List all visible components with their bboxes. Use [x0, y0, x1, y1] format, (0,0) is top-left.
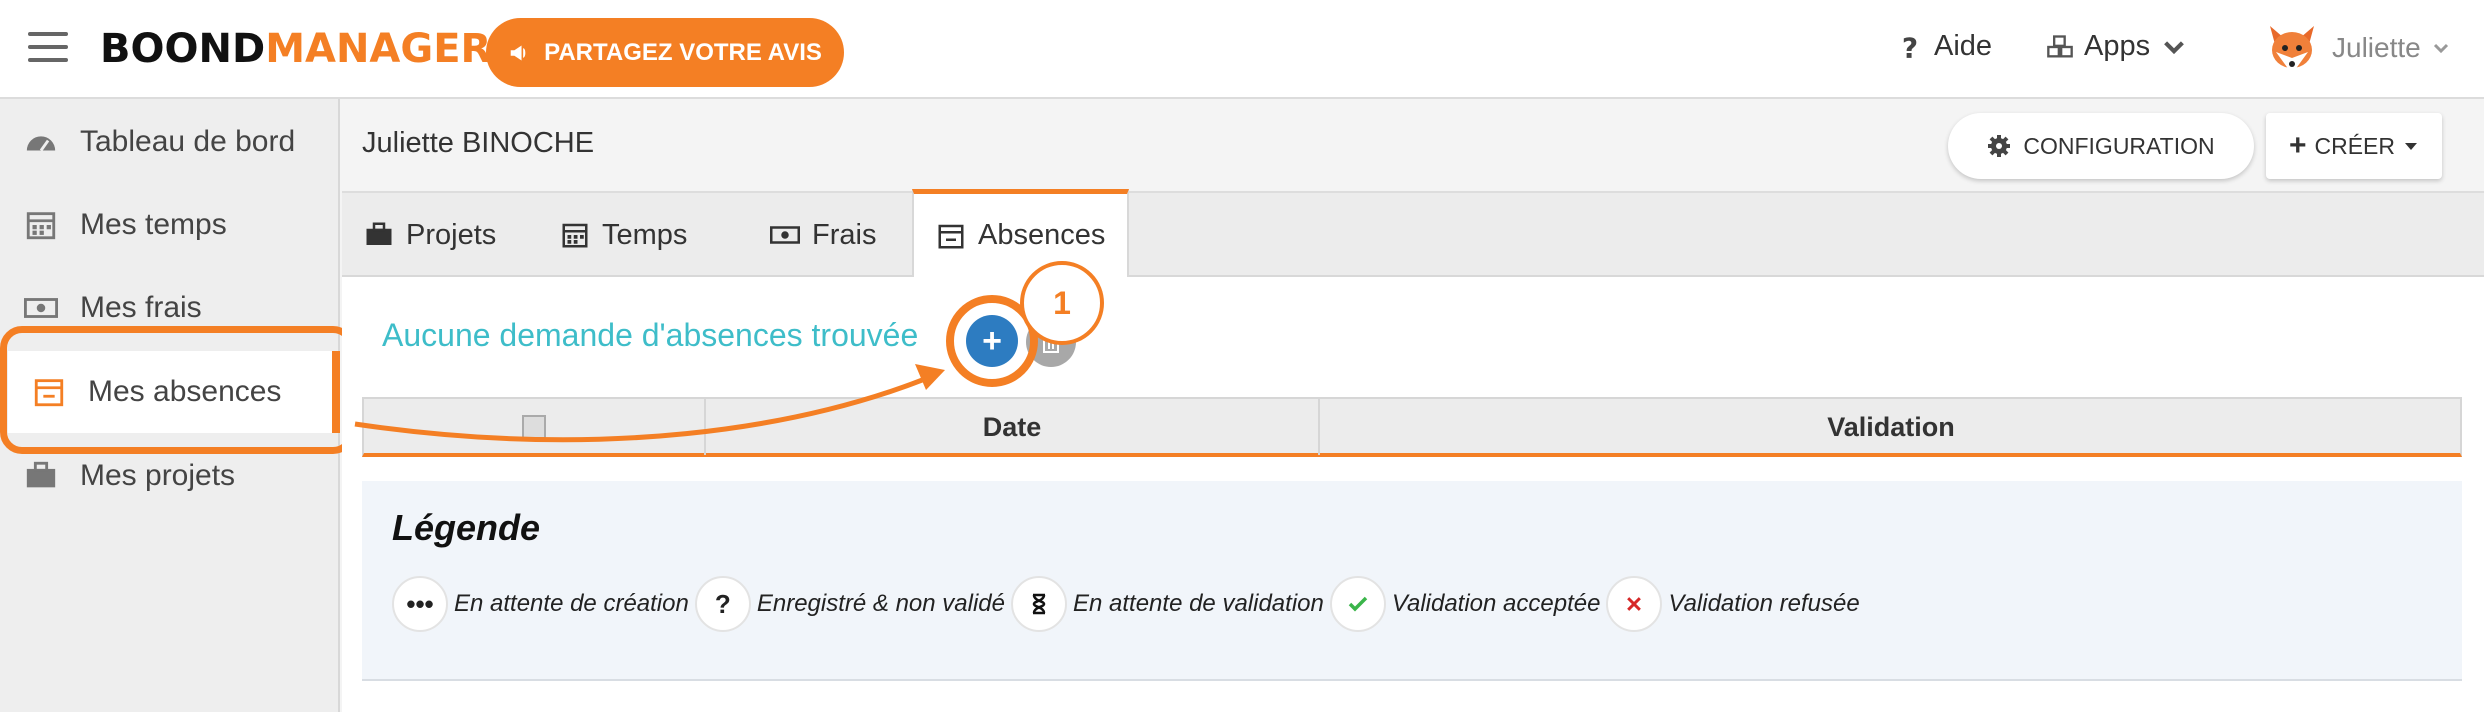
chevron-down-icon [2164, 40, 2184, 54]
question-icon: ? [694, 576, 751, 632]
tab-label: Frais [812, 218, 877, 251]
cross-icon [1606, 576, 1663, 632]
table-header: Date Validation [362, 397, 2462, 457]
add-absence-button[interactable]: + [966, 315, 1018, 367]
legend-item: ••• En attente de création [392, 576, 689, 632]
svg-text:?: ? [1902, 33, 1918, 61]
dashboard-icon [26, 136, 56, 152]
legend-item: En attente de validation [1011, 576, 1324, 632]
sidebar-item-time[interactable]: Mes temps [0, 184, 340, 266]
megaphone-icon [510, 44, 526, 61]
fox-avatar-icon [2270, 26, 2314, 74]
legend-label: Enregistré & non validé [756, 590, 1005, 617]
calendar-minus-icon [938, 224, 964, 248]
top-header: BOONDMANAGER PARTAGEZ VOTRE AVIS ? Aide … [0, 0, 2484, 99]
select-all-column [364, 399, 706, 455]
legend-label: En attente de validation [1073, 590, 1324, 617]
tab-projects[interactable]: Projets [342, 193, 518, 277]
user-menu[interactable]: Juliette [2262, 18, 2451, 78]
legend-item: ? Enregistré & non validé [694, 576, 1005, 632]
legend-label: En attente de création [454, 590, 689, 617]
configuration-label: CONFIGURATION [2023, 132, 2215, 159]
column-header-validation[interactable]: Validation [1320, 399, 2462, 455]
legend-row: ••• En attente de création ? Enregistré … [392, 576, 1866, 632]
tab-expenses[interactable]: Frais [748, 193, 898, 277]
tab-label: Projets [406, 218, 497, 251]
money-icon [770, 226, 800, 244]
tab-label: Absences [978, 219, 1106, 251]
sidebar-item-label: Mes projets [80, 459, 236, 492]
hourglass-icon [1011, 576, 1067, 632]
tutorial-highlight-ring [0, 326, 355, 454]
create-label: CRÉER [2314, 132, 2396, 159]
step-badge: 1 [1020, 261, 1104, 345]
menu-icon[interactable] [28, 32, 68, 62]
plus-icon: + [2288, 129, 2307, 162]
legend-label: Validation acceptée [1391, 590, 1601, 617]
caret-down-icon [2405, 143, 2418, 150]
calendar-grid-icon [562, 223, 588, 248]
feedback-label: PARTAGEZ VOTRE AVIS [544, 38, 822, 66]
page-header: Juliette BINOCHE CONFIGURATION + CRÉER [342, 99, 2484, 191]
legend-item: Validation acceptée [1329, 576, 1601, 632]
create-button[interactable]: + CRÉER [2266, 113, 2442, 179]
briefcase-icon [366, 222, 392, 245]
main-panel: Juliette BINOCHE CONFIGURATION + CRÉER P… [342, 99, 2484, 712]
logo-manager: MANAGER [265, 26, 492, 72]
plus-icon: + [982, 321, 1002, 360]
apps-menu[interactable]: Apps [2046, 30, 2188, 63]
ellipsis-icon: ••• [392, 576, 448, 632]
user-name: Juliette [2332, 32, 2421, 63]
tabs-bar: Projets Temps Frais Absences [342, 189, 2484, 277]
empty-message: Aucune demande d'absences trouvée [382, 317, 919, 353]
sidebar-item-label: Mes frais [80, 291, 202, 324]
legend-title: Légende [392, 507, 541, 548]
tab-time[interactable]: Temps [538, 193, 709, 277]
absences-content: Aucune demande d'absences trouvée + 1 Da… [342, 261, 2484, 712]
app-logo[interactable]: BOONDMANAGER [100, 26, 491, 72]
sidebar-item-label: Mes temps [80, 208, 227, 241]
money-icon [24, 298, 58, 318]
cubes-icon [2047, 34, 2073, 58]
briefcase-icon [26, 461, 56, 488]
tab-label: Temps [602, 218, 688, 251]
apps-label: Apps [2084, 30, 2151, 62]
sidebar-item-dashboard[interactable]: Tableau de bord [0, 101, 340, 183]
sidebar-item-label: Tableau de bord [80, 125, 296, 158]
legend-item: Validation refusée [1606, 576, 1860, 632]
question-icon: ? [1902, 33, 1918, 61]
calendar-grid-icon [26, 212, 56, 240]
column-header-date[interactable]: Date [706, 399, 1320, 455]
legend-panel: Légende ••• En attente de création ? Enr… [362, 481, 2462, 681]
check-icon [1329, 576, 1386, 632]
legend-label: Validation refusée [1668, 590, 1860, 617]
configuration-button[interactable]: CONFIGURATION [1948, 113, 2254, 179]
page-title: Juliette BINOCHE [362, 127, 595, 159]
tab-absences[interactable]: Absences [912, 189, 1130, 277]
logo-boond: BOOND [100, 26, 266, 72]
feedback-button[interactable]: PARTAGEZ VOTRE AVIS [486, 18, 844, 87]
chevron-down-icon [2433, 43, 2448, 54]
select-all-checkbox[interactable] [522, 415, 546, 439]
help-link[interactable]: ? Aide [1896, 30, 1992, 63]
help-label: Aide [1934, 30, 1993, 62]
gear-icon [1988, 135, 2011, 157]
